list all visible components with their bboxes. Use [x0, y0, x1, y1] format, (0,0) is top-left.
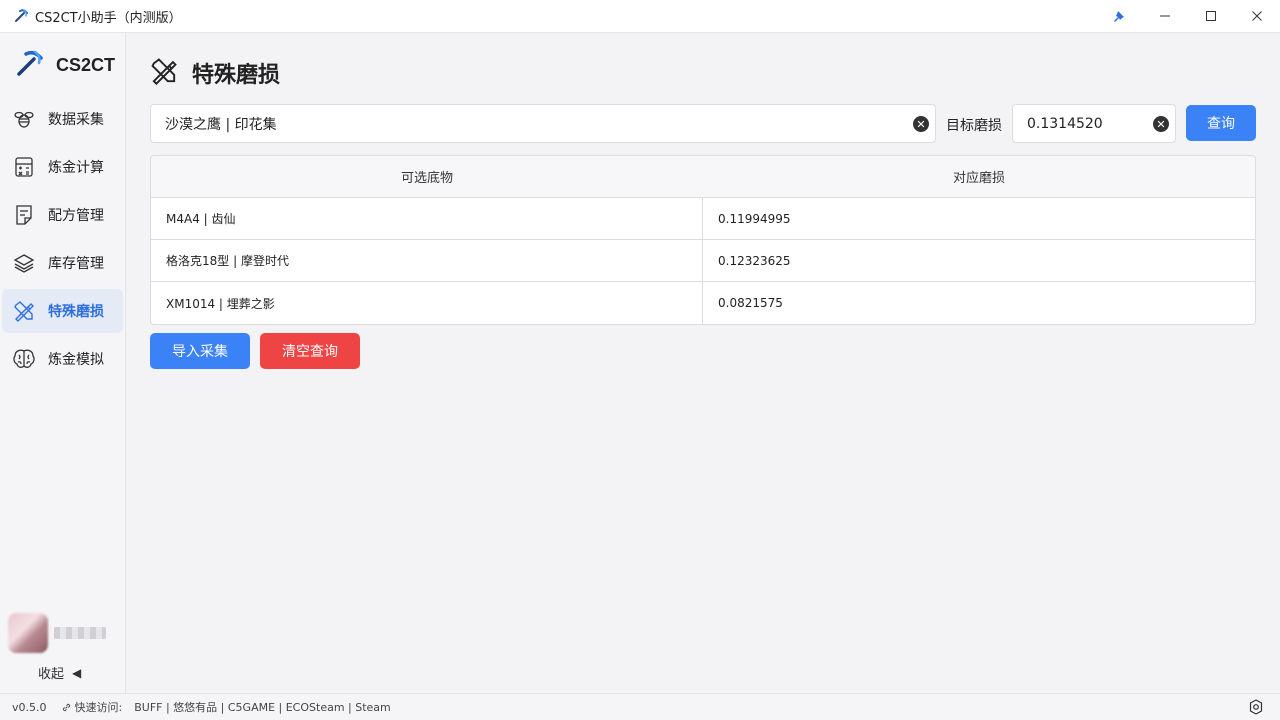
sidebar-item-label: 炼金计算: [48, 160, 104, 176]
cell-wear: 0.0821575: [718, 296, 783, 310]
page-header: 特殊磨损: [150, 57, 280, 89]
target-wear-label: 目标磨损: [946, 118, 1002, 134]
sidebar-item-label: 库存管理: [48, 256, 104, 272]
skin-search-input[interactable]: 沙漠之鹰 | 印花集 ✕: [150, 104, 936, 143]
sidebar-item-special-wear[interactable]: 特殊磨损: [2, 289, 123, 333]
search-input-value[interactable]: 沙漠之鹰 | 印花集: [165, 114, 277, 134]
triangle-left-icon: ◀: [72, 665, 82, 680]
avatar[interactable]: [8, 613, 48, 653]
column-header-wear: 对应磨损: [952, 171, 1005, 186]
clear-search-icon[interactable]: ✕: [913, 116, 929, 132]
close-icon[interactable]: [1234, 0, 1280, 32]
results-table: 可选底物 对应磨损 M4A4 | 齿仙 0.11994995 格洛克18型 | …: [150, 155, 1256, 325]
sidebar-item-label: 炼金模拟: [48, 352, 104, 368]
tools-icon: [12, 299, 36, 323]
calculator-icon: [12, 155, 36, 179]
minimize-icon[interactable]: [1142, 0, 1188, 32]
clear-query-button[interactable]: 清空查询: [260, 333, 360, 369]
import-collection-button[interactable]: 导入采集: [150, 333, 250, 369]
tools-icon: [150, 57, 178, 89]
table-header: 可选底物 对应磨损: [151, 156, 1255, 198]
table-row[interactable]: M4A4 | 齿仙 0.11994995: [151, 198, 1255, 240]
sidebar-item-label: 特殊磨损: [48, 304, 104, 320]
pickaxe-icon: [14, 48, 44, 82]
version-label: v0.5.0: [12, 700, 47, 714]
page-title: 特殊磨损: [192, 63, 281, 88]
status-bar: v0.5.0 快速访问: BUFF | 悠悠有品 | C5GAME | ECOS…: [0, 693, 1280, 720]
window-controls: [1096, 0, 1280, 32]
sidebar-item-alchemy-calc[interactable]: 炼金计算: [2, 145, 123, 189]
sidebar-item-alchemy-simulation[interactable]: 炼金模拟: [2, 337, 123, 381]
brand: CS2CT: [0, 33, 125, 97]
collapse-button[interactable]: 收起 ◀: [38, 663, 82, 683]
sidebar-nav: 数据采集 炼金计算 配方管理 库存管理 特殊磨损 炼金模拟: [0, 97, 125, 381]
cell-wear: 0.11994995: [718, 211, 791, 226]
cell-material: 格洛克18型 | 摩登时代: [151, 240, 703, 281]
table-row[interactable]: XM1014 | 埋葬之影 0.0821575: [151, 282, 1255, 324]
collapse-label: 收起: [38, 667, 65, 682]
sidebar-item-data-collection[interactable]: 数据采集: [2, 97, 123, 141]
clear-target-icon[interactable]: ✕: [1153, 116, 1169, 132]
table-row[interactable]: 格洛克18型 | 摩登时代 0.12323625: [151, 240, 1255, 282]
window-title: CS2CT小助手（内测版）: [35, 10, 182, 26]
settings-gear-icon[interactable]: [1248, 699, 1264, 715]
query-button[interactable]: 查询: [1186, 105, 1256, 141]
pickaxe-icon: [12, 7, 30, 25]
brain-icon: [12, 347, 36, 371]
quick-access-links[interactable]: BUFF | 悠悠有品 | C5GAME | ECOSteam | Steam: [134, 699, 391, 715]
cell-material: M4A4 | 齿仙: [151, 198, 703, 239]
sidebar-item-inventory-management[interactable]: 库存管理: [2, 241, 123, 285]
layers-icon: [12, 251, 36, 275]
target-wear-input[interactable]: 0.1314520 ✕: [1012, 104, 1176, 143]
column-header-material: 可选底物: [400, 171, 453, 186]
document-icon: [12, 203, 36, 227]
quick-access-label: 快速访问:: [74, 701, 123, 714]
user-profile[interactable]: [8, 613, 106, 653]
brand-name: CS2CT: [56, 54, 116, 75]
sidebar-item-recipe-management[interactable]: 配方管理: [2, 193, 123, 237]
link-icon: [61, 702, 72, 713]
maximize-icon[interactable]: [1188, 0, 1234, 32]
username-redacted: [54, 627, 106, 639]
main-content: 特殊磨损 沙漠之鹰 | 印花集 ✕ 目标磨损 0.1314520 ✕ 查询 可选…: [126, 33, 1280, 693]
cell-material: XM1014 | 埋葬之影: [151, 282, 703, 324]
cell-wear: 0.12323625: [718, 253, 791, 268]
title-bar: CS2CT小助手（内测版）: [0, 0, 1280, 33]
sidebar-item-label: 配方管理: [48, 208, 104, 224]
target-wear-value[interactable]: 0.1314520: [1027, 116, 1103, 132]
pin-icon[interactable]: [1096, 0, 1142, 32]
sidebar-item-label: 数据采集: [48, 112, 104, 128]
sidebar: CS2CT 数据采集 炼金计算 配方管理 库存管理 特殊磨损 炼金模拟 收起 ◀: [0, 33, 126, 693]
bee-icon: [12, 107, 36, 131]
